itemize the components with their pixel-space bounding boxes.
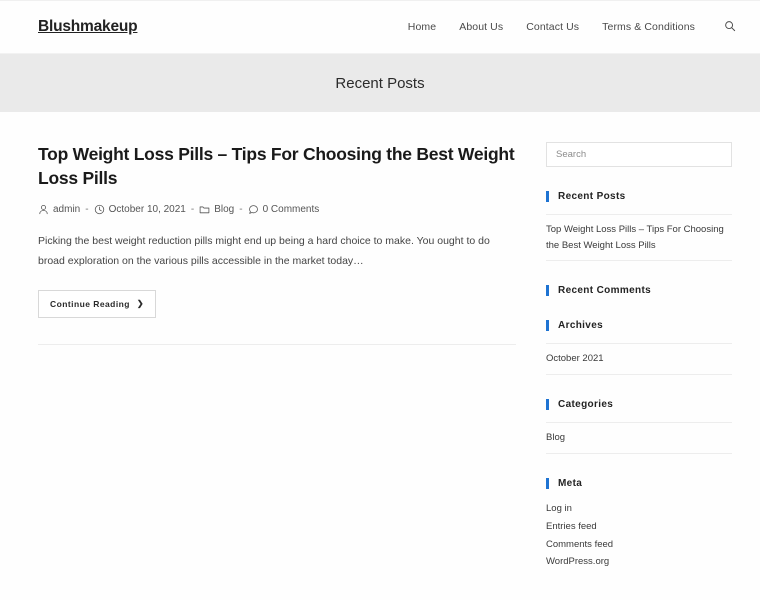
accent-bar-icon bbox=[546, 399, 549, 411]
list-item: October 2021 bbox=[546, 343, 732, 376]
post-item: Top Weight Loss Pills – Tips For Choosin… bbox=[38, 142, 520, 346]
nav-item-about-us[interactable]: About Us bbox=[459, 21, 503, 33]
category-link-blog[interactable]: Blog bbox=[546, 423, 732, 453]
meta-separator-2: - bbox=[190, 204, 195, 216]
folder-icon bbox=[199, 204, 210, 215]
post-date: October 10, 2021 bbox=[94, 204, 186, 215]
widget-title-recent-comments: Recent Comments bbox=[546, 285, 732, 297]
sidebar-search-widget bbox=[546, 142, 732, 167]
archive-link-october-2021[interactable]: October 2021 bbox=[546, 344, 732, 374]
post-author[interactable]: admin bbox=[38, 204, 80, 215]
widget-recent-comments: Recent Comments bbox=[546, 285, 732, 297]
meta-link-log-in[interactable]: Log in bbox=[546, 501, 732, 519]
continue-reading-button[interactable]: Continue Reading ❯ bbox=[38, 290, 157, 319]
site-logo[interactable]: Blushmakeup bbox=[38, 18, 138, 36]
search-icon bbox=[724, 20, 736, 35]
main-navigation: Home About Us Contact Us Terms & Conditi… bbox=[408, 19, 738, 35]
post-author-label: admin bbox=[53, 204, 81, 216]
accent-bar-icon bbox=[546, 320, 549, 332]
widget-title-categories: Categories bbox=[546, 399, 732, 411]
widget-title-label: Recent Posts bbox=[558, 191, 626, 202]
list-item: Entries feed bbox=[546, 518, 732, 536]
meta-separator-1: - bbox=[85, 204, 89, 216]
meta-link-comments-feed[interactable]: Comments feed bbox=[546, 536, 732, 554]
list-item: Top Weight Loss Pills – Tips For Choosin… bbox=[546, 214, 732, 262]
post-category[interactable]: Blog bbox=[199, 204, 234, 215]
search-input[interactable] bbox=[546, 142, 732, 167]
post-category-label: Blog bbox=[214, 204, 235, 216]
widget-meta: Meta Log in Entries feed Comments feed W… bbox=[546, 477, 732, 572]
meta-separator-3: - bbox=[239, 204, 243, 216]
widget-categories: Categories Blog bbox=[546, 399, 732, 454]
post-excerpt: Picking the best weight reduction pills … bbox=[38, 235, 490, 267]
site-header: Blushmakeup Home About Us Contact Us Ter… bbox=[0, 0, 760, 54]
widget-title-meta: Meta bbox=[546, 477, 732, 489]
page-content-wrapper: Top Weight Loss Pills – Tips For Choosin… bbox=[0, 112, 760, 572]
recent-posts-list: Top Weight Loss Pills – Tips For Choosin… bbox=[546, 214, 732, 262]
user-icon bbox=[38, 204, 49, 215]
post-date-label: October 10, 2021 bbox=[108, 204, 186, 216]
list-item: Log in bbox=[546, 501, 732, 519]
recent-post-link[interactable]: Top Weight Loss Pills – Tips For Choosin… bbox=[546, 215, 732, 260]
widget-title-archives: Archives bbox=[546, 320, 732, 332]
nav-item-terms-conditions[interactable]: Terms & Conditions bbox=[602, 21, 695, 33]
list-item: WordPress.org bbox=[546, 554, 732, 572]
widget-title-label: Archives bbox=[558, 320, 604, 332]
meta-links-list: Log in Entries feed Comments feed WordPr… bbox=[546, 501, 732, 572]
post-comments[interactable]: 0 Comments bbox=[248, 204, 320, 216]
accent-bar-icon bbox=[546, 285, 549, 297]
page-banner: Recent Posts bbox=[0, 54, 760, 112]
archives-list: October 2021 bbox=[546, 343, 732, 376]
widget-title-label: Recent Comments bbox=[558, 285, 652, 297]
comment-icon bbox=[248, 204, 259, 215]
categories-list: Blog bbox=[546, 422, 732, 454]
meta-link-entries-feed[interactable]: Entries feed bbox=[546, 518, 732, 536]
clock-icon bbox=[94, 204, 105, 215]
widget-title-recent-posts: Recent Posts bbox=[546, 191, 732, 202]
widget-title-label: Meta bbox=[558, 477, 583, 489]
search-toggle-button[interactable] bbox=[722, 19, 738, 35]
nav-item-home[interactable]: Home bbox=[408, 21, 436, 33]
continue-reading-label: Continue Reading bbox=[50, 299, 130, 310]
accent-bar-icon bbox=[546, 477, 549, 489]
post-comments-label: 0 Comments bbox=[262, 204, 320, 216]
meta-link-wordpress-org[interactable]: WordPress.org bbox=[546, 554, 732, 572]
post-divider bbox=[38, 344, 516, 346]
nav-item-contact-us[interactable]: Contact Us bbox=[526, 21, 579, 33]
post-title-link[interactable]: Top Weight Loss Pills – Tips For Choosin… bbox=[38, 144, 515, 188]
list-item: Comments feed bbox=[546, 536, 732, 554]
widget-archives: Archives October 2021 bbox=[546, 320, 732, 376]
widget-title-label: Categories bbox=[558, 399, 614, 411]
widget-recent-posts: Recent Posts Top Weight Loss Pills – Tip… bbox=[546, 191, 732, 262]
sidebar: Recent Posts Top Weight Loss Pills – Tip… bbox=[546, 142, 732, 572]
list-item: Blog bbox=[546, 422, 732, 454]
page-title: Recent Posts bbox=[335, 74, 425, 92]
chevron-right-icon: ❯ bbox=[136, 299, 145, 309]
post-meta: admin - October 10, 2021 - Blog - 0 Comm… bbox=[38, 204, 520, 215]
accent-bar-icon bbox=[546, 191, 549, 202]
main-content: Top Weight Loss Pills – Tips For Choosin… bbox=[38, 142, 520, 346]
